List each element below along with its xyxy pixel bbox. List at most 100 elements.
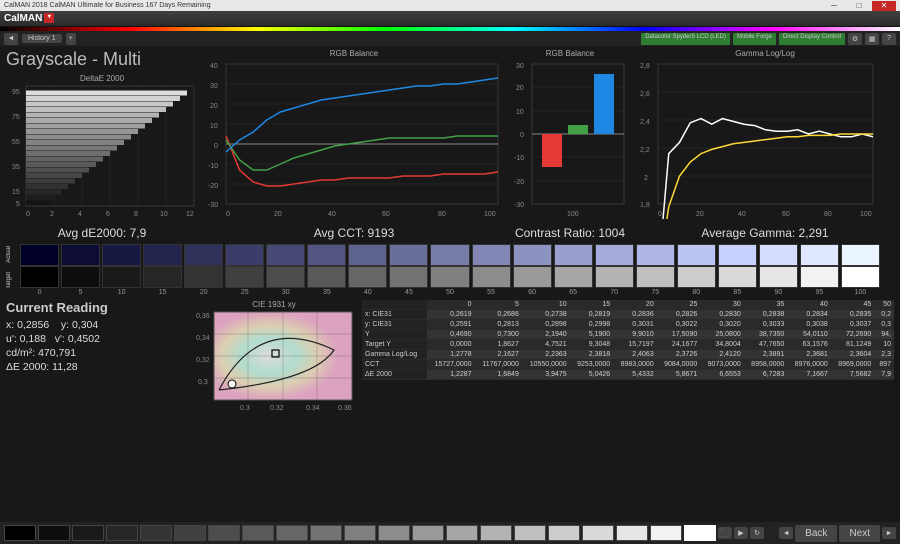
svg-text:15: 15 xyxy=(12,189,20,196)
back-icon[interactable]: ◄ xyxy=(4,33,18,45)
svg-text:40: 40 xyxy=(210,63,218,70)
svg-text:10: 10 xyxy=(516,109,524,116)
stop-button[interactable]: ⬛ xyxy=(718,527,732,539)
tab-history[interactable]: History 1 xyxy=(22,34,62,43)
svg-text:95: 95 xyxy=(12,89,20,96)
panel-rgb-bars: RGB Balance 3020100-10-20-30 100 xyxy=(510,49,630,224)
level-button-15[interactable] xyxy=(106,525,138,541)
play-button[interactable]: ▶ xyxy=(734,527,748,539)
swatch-40: 40 xyxy=(348,244,387,296)
svg-text:20: 20 xyxy=(696,211,704,218)
level-button-35[interactable] xyxy=(242,525,274,541)
next-button[interactable]: Next xyxy=(839,525,880,542)
app-bar: CalMAN▾ xyxy=(0,11,900,27)
svg-text:0,34: 0,34 xyxy=(306,405,320,410)
grid-icon[interactable]: ▦ xyxy=(865,33,879,45)
source-selector[interactable]: Mobile Forge xyxy=(733,33,776,45)
svg-text:0: 0 xyxy=(226,211,230,218)
svg-text:2: 2 xyxy=(644,175,648,182)
svg-text:60: 60 xyxy=(782,211,790,218)
svg-text:-10: -10 xyxy=(514,155,524,162)
maximize-button[interactable]: □ xyxy=(847,1,871,11)
svg-text:100: 100 xyxy=(860,211,872,218)
level-button-20[interactable] xyxy=(140,525,172,541)
loop-button[interactable]: ↻ xyxy=(750,527,764,539)
data-table: 05101520253035404550x: CIE310,26190,2686… xyxy=(362,300,894,413)
swatch-25: 25 xyxy=(225,244,264,296)
swatch-50: 50 xyxy=(430,244,469,296)
help-icon[interactable]: ? xyxy=(882,33,896,45)
swatch-95: 95 xyxy=(800,244,839,296)
swatch-20: 20 xyxy=(184,244,223,296)
svg-text:20: 20 xyxy=(274,211,282,218)
svg-text:0,3: 0,3 xyxy=(198,379,208,386)
svg-text:30: 30 xyxy=(516,63,524,70)
level-button-80[interactable] xyxy=(548,525,580,541)
rgb-balance-chart: 403020100-10-20-30 020406080100 xyxy=(204,59,504,219)
level-button-60[interactable] xyxy=(412,525,444,541)
level-button-70[interactable] xyxy=(480,525,512,541)
chart-title-rgb: RGB Balance xyxy=(204,49,504,59)
prev-page-icon[interactable]: ◄ xyxy=(779,527,793,539)
level-button-45[interactable] xyxy=(310,525,342,541)
svg-text:80: 80 xyxy=(438,211,446,218)
settings-icon[interactable]: ⚙ xyxy=(848,33,862,45)
window-controls: ─ □ ✕ xyxy=(822,1,896,11)
panel-rgb-balance: RGB Balance 403020100-10-20-30 020406080… xyxy=(204,49,504,224)
level-button-0[interactable] xyxy=(4,525,36,541)
level-button-65[interactable] xyxy=(446,525,478,541)
grayscale-swatches: Actual Target 05101520253035404550556065… xyxy=(6,244,894,296)
svg-text:80: 80 xyxy=(824,211,832,218)
swatch-15: 15 xyxy=(143,244,182,296)
level-button-30[interactable] xyxy=(208,525,240,541)
svg-text:2,2: 2,2 xyxy=(640,147,650,154)
svg-text:75: 75 xyxy=(12,114,20,121)
minimize-button[interactable]: ─ xyxy=(822,1,846,11)
gamma-chart: 2,82,62,42,221,8 020406080100 xyxy=(636,59,878,219)
level-button-85[interactable] xyxy=(582,525,614,541)
level-button-95[interactable] xyxy=(650,525,682,541)
chart-title-de: DeltaE 2000 xyxy=(6,74,198,84)
reading-uv: u': 0,188 v': 0,4502 xyxy=(6,333,186,345)
level-button-5[interactable] xyxy=(38,525,70,541)
svg-text:12: 12 xyxy=(186,211,194,218)
cie-title: CIE 1931 xy xyxy=(194,300,354,310)
svg-text:0,32: 0,32 xyxy=(196,357,210,364)
svg-text:0: 0 xyxy=(658,211,662,218)
close-button[interactable]: ✕ xyxy=(872,1,896,11)
tab-bar: ◄ History 1 + Datacolor Spyder5 LCD (LED… xyxy=(0,31,900,46)
rgb-bars-chart: 3020100-10-20-30 100 xyxy=(510,59,630,219)
level-button-75[interactable] xyxy=(514,525,546,541)
svg-text:-10: -10 xyxy=(208,163,218,170)
svg-text:100: 100 xyxy=(484,211,496,218)
level-button-55[interactable] xyxy=(378,525,410,541)
svg-text:100: 100 xyxy=(567,211,579,218)
level-button-40[interactable] xyxy=(276,525,308,541)
level-button-50[interactable] xyxy=(344,525,376,541)
swatch-75: 75 xyxy=(636,244,675,296)
display-selector[interactable]: Direct Display Control xyxy=(779,33,845,45)
chart-title-gamma: Gamma Log/Log xyxy=(636,49,894,59)
svg-text:0: 0 xyxy=(214,143,218,150)
reading-xy: x: 0,2856 y: 0,304 xyxy=(6,319,186,331)
svg-text:2,4: 2,4 xyxy=(640,119,650,126)
swatch-10: 10 xyxy=(102,244,141,296)
swatch-45: 45 xyxy=(389,244,428,296)
svg-text:6: 6 xyxy=(106,211,110,218)
level-button-10[interactable] xyxy=(72,525,104,541)
svg-text:2: 2 xyxy=(50,211,54,218)
next-page-icon[interactable]: ► xyxy=(882,527,896,539)
add-tab-button[interactable]: + xyxy=(66,33,76,45)
stat-contrast: Contrast Ratio: 1004 xyxy=(510,226,630,240)
swatch-60: 60 xyxy=(513,244,552,296)
panel-deltae: Grayscale - Multi DeltaE 2000 024681012 … xyxy=(6,49,198,224)
level-button-100[interactable] xyxy=(684,525,716,541)
window-title: CalMAN 2018 CalMAN Ultimate for Business… xyxy=(4,2,211,9)
level-button-90[interactable] xyxy=(616,525,648,541)
page-title: Grayscale - Multi xyxy=(6,49,198,70)
back-button[interactable]: Back xyxy=(795,525,837,542)
cie-panel: CIE 1931 xy 0,360,340,320,3 0,30,320,340… xyxy=(194,300,354,413)
svg-text:10: 10 xyxy=(160,211,168,218)
meter-selector[interactable]: Datacolor Spyder5 LCD (LED) xyxy=(641,33,730,45)
level-button-25[interactable] xyxy=(174,525,206,541)
